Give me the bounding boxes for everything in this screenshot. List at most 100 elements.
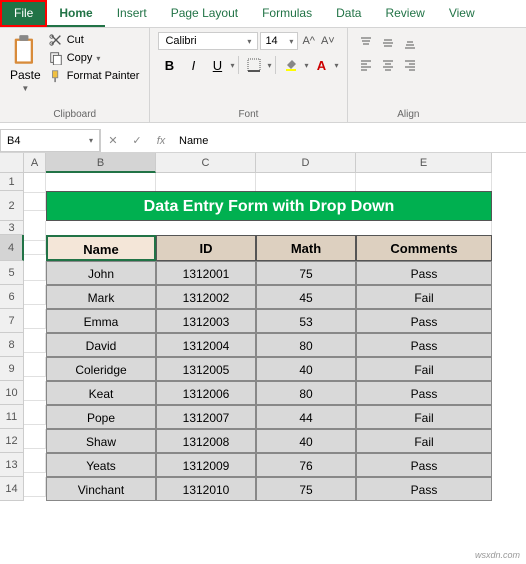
row-header[interactable]: 14 (0, 477, 24, 501)
table-cell-math[interactable]: 80 (256, 381, 356, 405)
align-center-button[interactable] (378, 56, 398, 74)
fill-color-button[interactable] (280, 54, 302, 76)
table-cell-name[interactable]: Shaw (46, 429, 156, 453)
table-cell-comments[interactable]: Pass (356, 309, 492, 333)
table-cell-comments[interactable]: Fail (356, 405, 492, 429)
italic-button[interactable]: I (182, 54, 204, 76)
table-cell-name[interactable]: Yeats (46, 453, 156, 477)
table-cell-comments[interactable]: Fail (356, 429, 492, 453)
format-painter-button[interactable]: Format Painter (47, 68, 142, 84)
select-all-corner[interactable] (0, 153, 24, 173)
table-cell-math[interactable]: 76 (256, 453, 356, 477)
font-size-select[interactable]: 14 ▾ (260, 32, 298, 50)
title-cell[interactable]: Data Entry Form with Drop Down (46, 191, 492, 221)
row-header-3[interactable]: 3 (0, 221, 24, 235)
cell[interactable] (24, 429, 46, 449)
cell[interactable] (46, 173, 156, 193)
row-header[interactable]: 11 (0, 405, 24, 429)
row-header-1[interactable]: 1 (0, 173, 24, 191)
table-cell-math[interactable]: 44 (256, 405, 356, 429)
bold-button[interactable]: B (158, 54, 180, 76)
header-id-cell[interactable]: ID (156, 235, 256, 261)
tab-formulas[interactable]: Formulas (250, 0, 324, 27)
font-name-select[interactable]: Calibri ▾ (158, 32, 258, 50)
font-color-button[interactable]: A (310, 54, 332, 76)
formula-input[interactable] (173, 129, 526, 152)
align-middle-button[interactable] (378, 34, 398, 52)
table-cell-id[interactable]: 1312010 (156, 477, 256, 501)
borders-button[interactable] (243, 54, 265, 76)
name-box[interactable]: B4 ▾ (0, 129, 100, 152)
table-cell-id[interactable]: 1312004 (156, 333, 256, 357)
cell[interactable] (24, 261, 46, 281)
row-header-4[interactable]: 4 (0, 235, 24, 261)
table-cell-id[interactable]: 1312001 (156, 261, 256, 285)
cell[interactable] (24, 453, 46, 473)
table-cell-id[interactable]: 1312007 (156, 405, 256, 429)
header-math-cell[interactable]: Math (256, 235, 356, 261)
table-cell-name[interactable]: Mark (46, 285, 156, 309)
row-header[interactable]: 13 (0, 453, 24, 477)
table-cell-comments[interactable]: Pass (356, 261, 492, 285)
row-header-2[interactable]: 2 (0, 191, 24, 221)
table-cell-math[interactable]: 40 (256, 429, 356, 453)
col-header-d[interactable]: D (256, 153, 356, 173)
table-cell-comments[interactable]: Pass (356, 453, 492, 477)
col-header-a[interactable]: A (24, 153, 46, 173)
row-header[interactable]: 5 (0, 261, 24, 285)
tab-review[interactable]: Review (373, 0, 436, 27)
table-cell-math[interactable]: 80 (256, 333, 356, 357)
accept-formula-button[interactable]: ✓ (125, 134, 149, 147)
align-right-button[interactable] (400, 56, 420, 74)
row-header[interactable]: 7 (0, 309, 24, 333)
col-header-c[interactable]: C (156, 153, 256, 173)
shrink-font-button[interactable]: A˅ (319, 33, 337, 49)
table-cell-id[interactable]: 1312009 (156, 453, 256, 477)
tab-file[interactable]: File (0, 0, 47, 27)
paste-button[interactable]: Paste ▼ (8, 32, 43, 95)
table-cell-id[interactable]: 1312006 (156, 381, 256, 405)
cell[interactable] (24, 285, 46, 305)
cell[interactable] (24, 235, 46, 255)
cancel-formula-button[interactable]: ✕ (101, 134, 125, 147)
table-cell-math[interactable]: 45 (256, 285, 356, 309)
row-header[interactable]: 9 (0, 357, 24, 381)
table-cell-id[interactable]: 1312005 (156, 357, 256, 381)
tab-data[interactable]: Data (324, 0, 373, 27)
row-header[interactable]: 8 (0, 333, 24, 357)
tab-view[interactable]: View (437, 0, 487, 27)
cell[interactable] (256, 173, 356, 193)
table-cell-name[interactable]: David (46, 333, 156, 357)
table-cell-name[interactable]: John (46, 261, 156, 285)
header-name-cell[interactable]: Name (46, 235, 156, 261)
cell[interactable] (24, 405, 46, 425)
table-cell-comments[interactable]: Pass (356, 333, 492, 357)
table-cell-id[interactable]: 1312002 (156, 285, 256, 309)
fx-button[interactable]: fx (149, 135, 173, 147)
col-header-e[interactable]: E (356, 153, 492, 173)
cell[interactable] (24, 309, 46, 329)
cut-button[interactable]: Cut (47, 32, 142, 48)
row-header[interactable]: 10 (0, 381, 24, 405)
cell[interactable] (356, 173, 492, 193)
table-cell-math[interactable]: 53 (256, 309, 356, 333)
cell[interactable] (24, 173, 46, 193)
table-cell-math[interactable]: 75 (256, 261, 356, 285)
tab-page-layout[interactable]: Page Layout (159, 0, 250, 27)
table-cell-comments[interactable]: Fail (356, 357, 492, 381)
table-cell-name[interactable]: Coleridge (46, 357, 156, 381)
cell[interactable] (24, 357, 46, 377)
tab-home[interactable]: Home (47, 0, 104, 27)
table-cell-name[interactable]: Keat (46, 381, 156, 405)
cell[interactable] (156, 173, 256, 193)
align-bottom-button[interactable] (400, 34, 420, 52)
cell[interactable] (24, 333, 46, 353)
table-cell-math[interactable]: 40 (256, 357, 356, 381)
cell[interactable] (24, 381, 46, 401)
row-header[interactable]: 12 (0, 429, 24, 453)
col-header-b[interactable]: B (46, 153, 156, 173)
header-comments-cell[interactable]: Comments (356, 235, 492, 261)
align-left-button[interactable] (356, 56, 376, 74)
tab-insert[interactable]: Insert (105, 0, 159, 27)
cell[interactable] (24, 191, 46, 211)
